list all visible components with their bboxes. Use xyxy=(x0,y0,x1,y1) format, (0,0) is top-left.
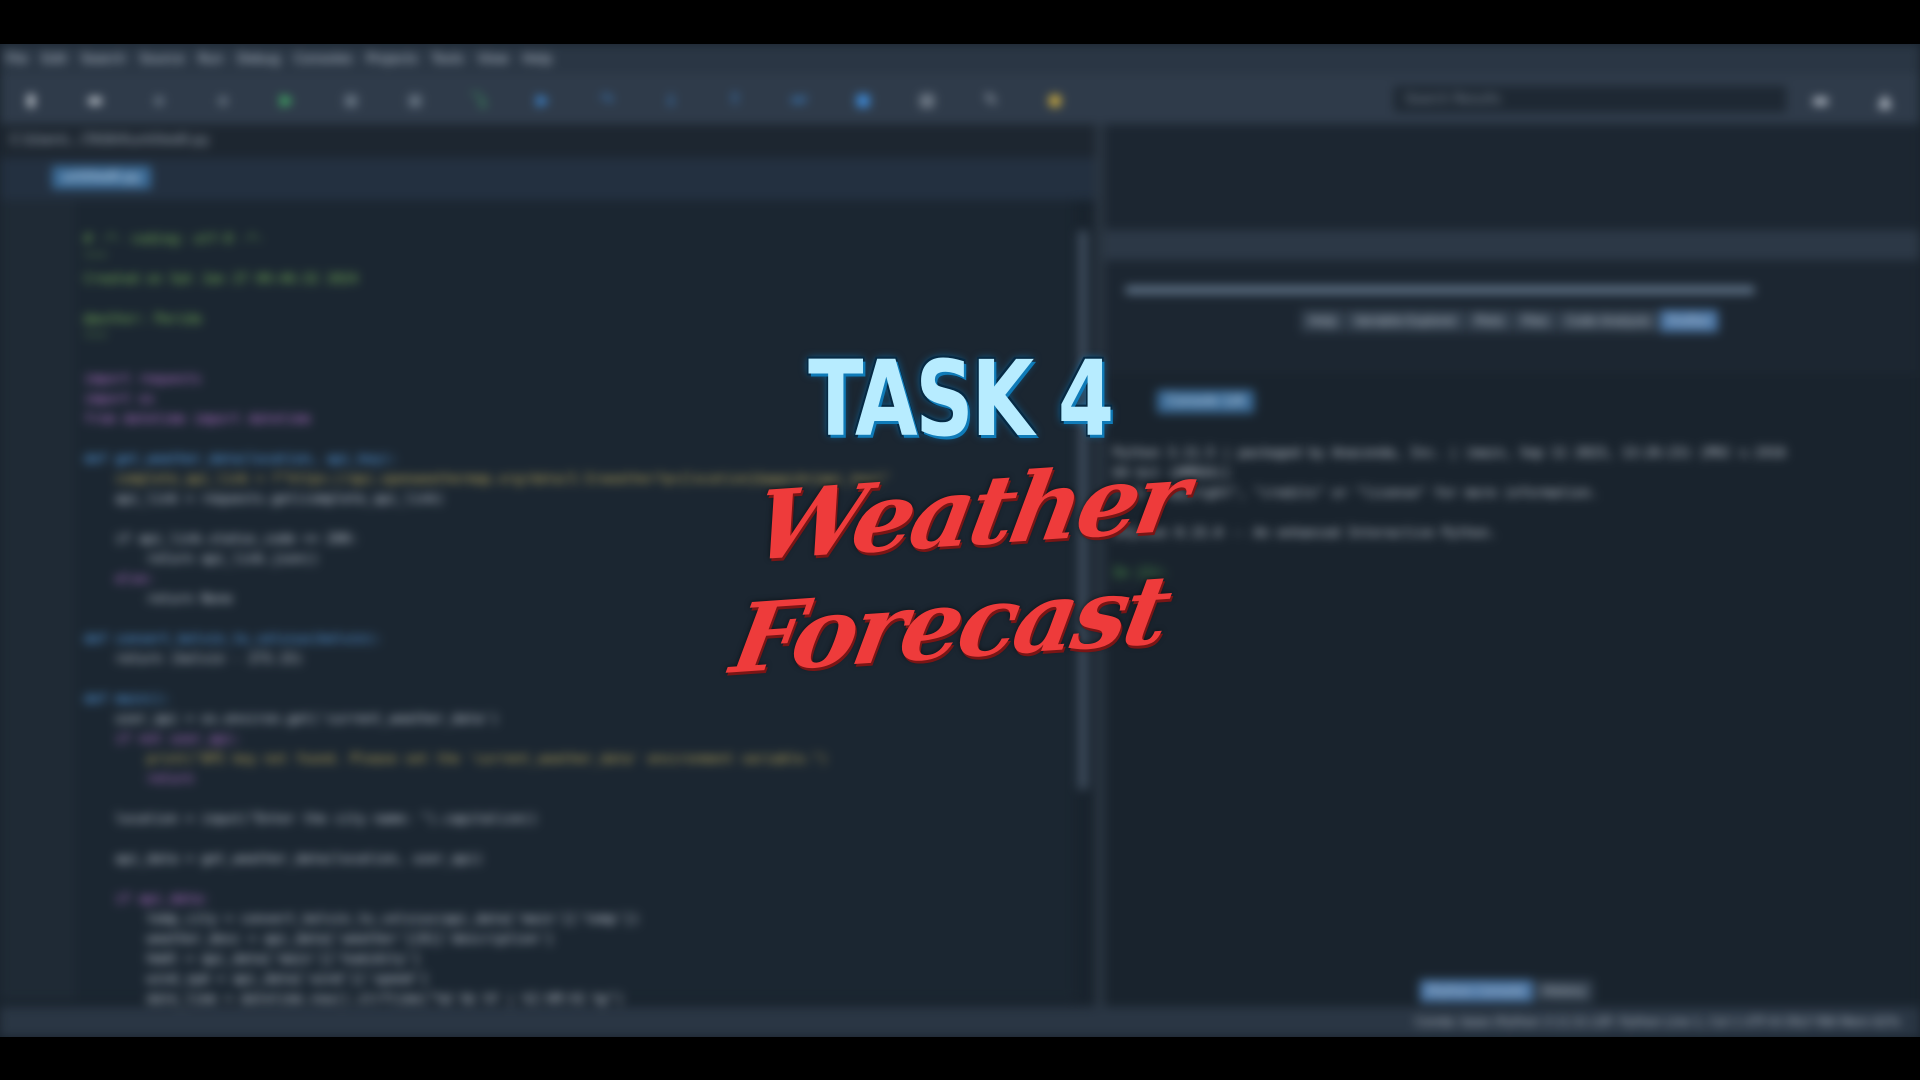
title-overlay: TASK 4 Weather Forecast xyxy=(0,0,1920,1080)
task-title: TASK 4 xyxy=(808,338,1114,460)
weather-forecast-subtitle: Weather Forecast xyxy=(723,440,1194,696)
